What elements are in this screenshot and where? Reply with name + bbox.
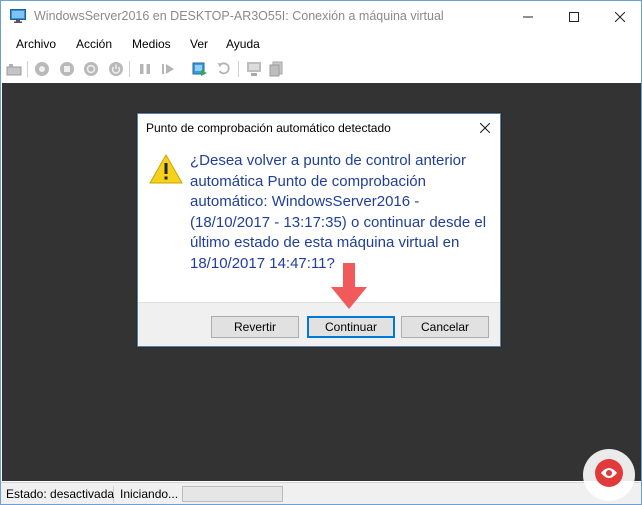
title-bar: WindowsServer2016 en DESKTOP-AR3O55I: Co… — [1, 1, 641, 32]
toolbar-separator — [238, 61, 239, 77]
maximize-icon — [569, 11, 579, 22]
continuar-button[interactable]: Continuar — [307, 316, 395, 338]
status-progress-label: Iniciando... — [120, 487, 179, 501]
close-icon — [480, 123, 490, 133]
close-icon — [615, 11, 625, 22]
start-icon[interactable] — [34, 61, 50, 77]
revert-icon[interactable] — [216, 61, 232, 77]
ctrl-alt-del-icon[interactable] — [6, 61, 22, 77]
vm-connection-window: WindowsServer2016 en DESKTOP-AR3O55I: Co… — [0, 0, 642, 505]
minimize-icon — [523, 16, 533, 17]
checkpoint-dialog: Punto de comprobación automático detecta… — [137, 113, 501, 347]
enhanced-session-icon[interactable] — [246, 61, 262, 77]
status-progress-bar — [182, 486, 283, 502]
watermark-logo-icon — [583, 449, 635, 501]
warning-icon — [149, 154, 183, 184]
toolbar — [1, 56, 641, 82]
turn-off-icon[interactable] — [59, 61, 75, 77]
share-icon[interactable] — [269, 61, 285, 77]
close-button[interactable] — [597, 1, 642, 32]
toolbar-separator — [27, 61, 28, 77]
pause-icon[interactable] — [137, 61, 153, 77]
window-title: WindowsServer2016 en DESKTOP-AR3O55I: Co… — [34, 9, 444, 23]
checkpoint-icon[interactable] — [192, 61, 208, 77]
shut-down-icon[interactable] — [83, 61, 99, 77]
dialog-title: Punto de comprobación automático detecta… — [146, 121, 391, 135]
menu-ayuda[interactable]: Ayuda — [226, 37, 260, 51]
power-icon[interactable] — [108, 61, 124, 77]
revertir-button[interactable]: Revertir — [211, 316, 299, 338]
minimize-button[interactable] — [505, 1, 551, 32]
menu-bar: Archivo Acción Medios Ver Ayuda — [1, 33, 641, 55]
dialog-close-button[interactable] — [474, 117, 496, 139]
toolbar-separator — [129, 61, 130, 77]
vm-connection-icon — [10, 9, 26, 23]
maximize-button[interactable] — [551, 1, 597, 32]
dialog-body: ¿Desea volver a punto de control anterio… — [138, 144, 500, 302]
annotation-arrow-icon — [331, 263, 367, 309]
menu-medios[interactable]: Medios — [132, 37, 171, 51]
cancelar-button[interactable]: Cancelar — [401, 316, 489, 338]
status-estado: Estado: desactivada — [2, 486, 114, 503]
menu-archivo[interactable]: Archivo — [16, 37, 56, 51]
menu-ver[interactable]: Ver — [190, 37, 208, 51]
reset-icon[interactable] — [160, 61, 176, 77]
status-bar: Estado: desactivada Iniciando... — [1, 482, 641, 504]
dialog-message: ¿Desea volver a punto de control anterio… — [190, 152, 487, 272]
dialog-footer: Revertir Continuar Cancelar — [138, 302, 500, 346]
menu-accion[interactable]: Acción — [76, 37, 112, 51]
